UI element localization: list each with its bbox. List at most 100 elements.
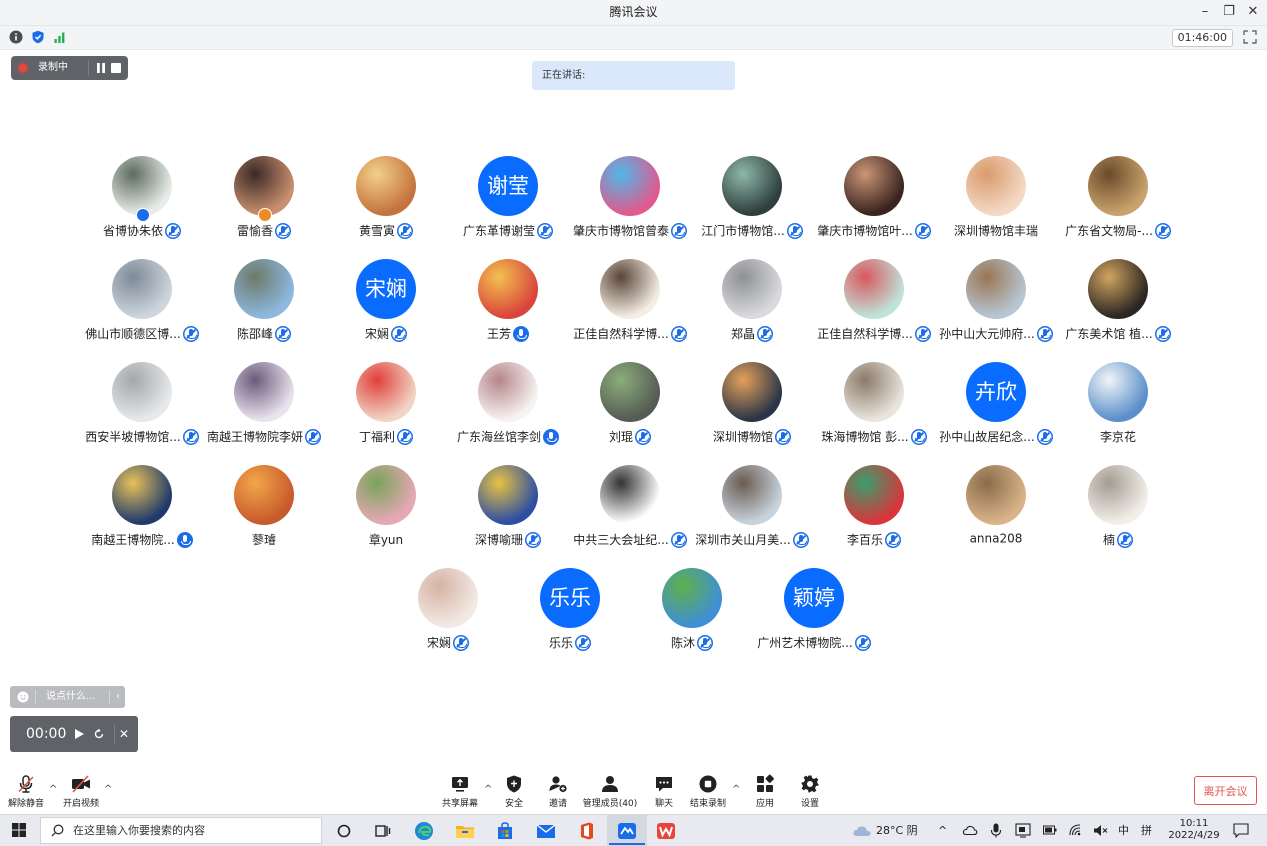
ime-language[interactable]: 中 <box>1118 815 1129 846</box>
participant-tile[interactable]: 李京花 <box>1057 362 1179 460</box>
close-button[interactable]: ✕ <box>1242 3 1264 21</box>
participant-tile[interactable]: 宋娴 <box>387 568 509 666</box>
fullscreen-icon[interactable] <box>1243 30 1257 44</box>
participant-tile[interactable]: 广东海丝馆李剑 <box>447 362 569 460</box>
speaker-muted-icon[interactable] <box>1093 824 1109 837</box>
participant-tile[interactable]: 深圳市关山月美... <box>691 465 813 563</box>
ime-mode[interactable]: 拼 <box>1141 815 1152 846</box>
manage-members-button[interactable]: 管理成员(40) <box>580 774 640 809</box>
participant-tile[interactable]: 深圳博物馆丰瑞 <box>935 156 1057 254</box>
chat-label: 聊天 <box>654 799 673 809</box>
notification-center-icon[interactable] <box>1233 823 1249 838</box>
tray-app-icon[interactable] <box>1015 823 1031 838</box>
collapse-chevron-icon[interactable]: ‹ <box>116 686 120 708</box>
participant-tile[interactable]: 广东美术馆 植... <box>1057 259 1179 357</box>
edge-browser-icon[interactable] <box>414 821 434 841</box>
reset-icon[interactable] <box>93 728 105 740</box>
participant-tile[interactable]: 颖婷 广州艺术博物院... <box>753 568 875 666</box>
task-view-icon[interactable] <box>373 821 393 841</box>
participant-tile[interactable]: 深博喻珊 <box>447 465 569 563</box>
participant-tile[interactable]: 宋娴 宋娴 <box>325 259 447 357</box>
battery-icon[interactable] <box>1043 825 1057 835</box>
microphone-tray-icon[interactable] <box>990 823 1002 838</box>
file-explorer-icon[interactable] <box>455 821 475 841</box>
participant-tile[interactable]: 黄雪寅 <box>325 156 447 254</box>
participant-tile[interactable]: 正佳自然科学博... <box>813 259 935 357</box>
close-timer-icon[interactable]: ✕ <box>119 716 129 752</box>
weather-text[interactable]: 28°C 阴 <box>876 815 918 846</box>
participant-tile[interactable]: 肇庆市博物馆曾泰 <box>569 156 691 254</box>
wps-office-icon[interactable] <box>656 821 676 841</box>
start-video-label: 开启视频 <box>62 799 99 809</box>
taskbar-clock[interactable]: 10:11 2022/4/29 <box>1164 818 1224 842</box>
participant-name-row: 深博喻珊 <box>447 531 569 549</box>
leave-meeting-button[interactable]: 离开会议 <box>1194 776 1257 805</box>
audio-options-chevron-icon[interactable]: ^ <box>49 784 57 795</box>
participant-tile[interactable]: 楠 <box>1057 465 1179 563</box>
participant-tile[interactable]: 丁福利 <box>325 362 447 460</box>
recording-options-chevron-icon[interactable]: ^ <box>732 784 740 795</box>
participant-tile[interactable]: 省博协朱依 <box>81 156 203 254</box>
mail-icon[interactable] <box>536 821 556 841</box>
participant-name-row: 王芳 <box>447 325 569 343</box>
windows-start-icon[interactable] <box>12 823 26 837</box>
cortana-icon[interactable] <box>334 821 354 841</box>
stop-recording-button[interactable] <box>111 63 121 73</box>
participant-tile[interactable]: 乐乐 乐乐 <box>509 568 631 666</box>
invite-button[interactable]: 邀请 <box>541 774 575 809</box>
share-screen-button[interactable]: 共享屏幕 <box>440 774 480 809</box>
info-icon[interactable] <box>9 30 23 44</box>
chat-button[interactable]: 聊天 <box>647 774 681 809</box>
play-icon[interactable] <box>75 729 84 739</box>
participant-tile[interactable]: 南越王博物院李妍 <box>203 362 325 460</box>
participant-tile[interactable]: 李百乐 <box>813 465 935 563</box>
microsoft-store-icon[interactable] <box>495 821 515 841</box>
emoji-icon[interactable] <box>17 691 29 703</box>
participant-tile[interactable]: 西安半坡博物馆... <box>81 362 203 460</box>
participant-tile[interactable]: 卉欣 孙中山故居纪念... <box>935 362 1057 460</box>
participant-tile[interactable]: 刘琨 <box>569 362 691 460</box>
participant-tile[interactable]: 肇庆市博物馆叶... <box>813 156 935 254</box>
unmute-button[interactable]: 解除静音 <box>6 774 46 809</box>
settings-button[interactable]: 设置 <box>793 774 827 809</box>
office-icon[interactable] <box>577 821 597 841</box>
shield-icon[interactable] <box>31 30 45 44</box>
participant-tile[interactable]: 雷愉香 <box>203 156 325 254</box>
participant-tile[interactable]: 孙中山大元帅府... <box>935 259 1057 357</box>
participant-tile[interactable]: 陈邵峰 <box>203 259 325 357</box>
security-button[interactable]: 安全 <box>497 774 531 809</box>
participant-tile[interactable]: 江门市博物馆... <box>691 156 813 254</box>
participant-tile[interactable]: anna208 <box>935 465 1057 563</box>
participant-tile[interactable]: 王芳 <box>447 259 569 357</box>
quick-chat-bar[interactable]: 说点什么... ‹ <box>10 686 125 708</box>
end-recording-button[interactable]: 结束录制 <box>688 774 728 809</box>
participant-tile[interactable]: 南越王博物院... <box>81 465 203 563</box>
participant-tile[interactable]: 郑晶 <box>691 259 813 357</box>
participant-tile[interactable]: 深圳博物馆 <box>691 362 813 460</box>
taskbar-search-input[interactable]: 在这里输入你要搜索的内容 <box>40 817 322 844</box>
wifi-icon[interactable] <box>1068 823 1082 837</box>
participant-tile[interactable]: 谢莹 广东革博谢莹 <box>447 156 569 254</box>
participant-tile[interactable]: 蓼璿 <box>203 465 325 563</box>
participant-name-row: 南越王博物院... <box>81 531 203 549</box>
participant-tile[interactable]: 章yun <box>325 465 447 563</box>
weather-cloud-icon[interactable] <box>852 824 872 838</box>
onedrive-cloud-icon[interactable] <box>962 824 978 836</box>
participant-tile[interactable]: 正佳自然科学博... <box>569 259 691 357</box>
start-video-button[interactable]: 开启视频 <box>59 774 103 809</box>
pause-recording-button[interactable] <box>96 63 106 73</box>
video-options-chevron-icon[interactable]: ^ <box>104 784 112 795</box>
show-hidden-icons-chevron-icon[interactable]: ^ <box>938 815 947 846</box>
share-options-chevron-icon[interactable]: ^ <box>484 784 492 795</box>
participant-tile[interactable]: 珠海博物馆 彭... <box>813 362 935 460</box>
participant-tile[interactable]: 陈沐 <box>631 568 753 666</box>
participant-tile[interactable]: 佛山市顺德区博... <box>81 259 203 357</box>
participant-tile[interactable]: 广东省文物局-... <box>1057 156 1179 254</box>
minimize-button[interactable]: – <box>1194 3 1216 21</box>
apps-button[interactable]: 应用 <box>748 774 782 809</box>
tencent-meeting-icon[interactable] <box>617 821 637 841</box>
signal-strength-icon[interactable] <box>53 30 67 44</box>
participant-tile[interactable]: 中共三大会址纪... <box>569 465 691 563</box>
restore-button[interactable]: ❐ <box>1218 3 1240 21</box>
avatar-photo <box>112 465 172 525</box>
